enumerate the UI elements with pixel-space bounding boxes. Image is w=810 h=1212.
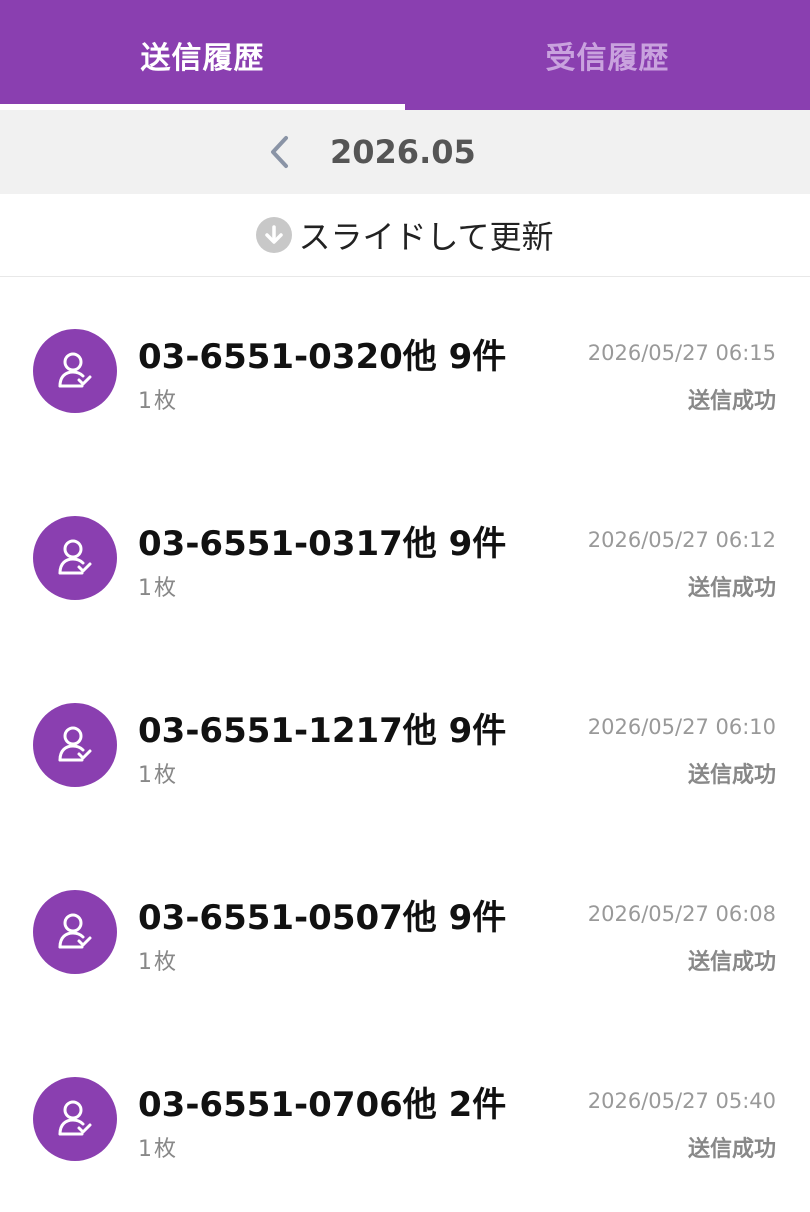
month-navigator: 2026.05 bbox=[0, 110, 810, 194]
recipient-summary: 03-6551-0706他 2件 bbox=[138, 1085, 507, 1125]
sent-datetime: 2026/05/27 06:08 bbox=[587, 902, 776, 926]
contact-avatar bbox=[33, 1077, 117, 1161]
list-item[interactable]: 03-6551-0706他 2件 1枚 2026/05/27 05:40 送信成… bbox=[0, 1025, 810, 1212]
previous-month-button[interactable] bbox=[258, 128, 302, 176]
sent-datetime: 2026/05/27 06:10 bbox=[587, 715, 776, 739]
page-count: 1枚 bbox=[138, 763, 178, 788]
contact-avatar bbox=[33, 703, 117, 787]
status-label: 送信成功 bbox=[687, 576, 776, 601]
refresh-hint-text: スライドして更新 bbox=[298, 218, 554, 256]
page-count: 1枚 bbox=[138, 1137, 178, 1162]
user-check-icon bbox=[58, 539, 92, 575]
tab-received-history[interactable]: 受信履歴 bbox=[405, 0, 810, 110]
recipient-summary: 03-6551-0320他 9件 bbox=[138, 337, 507, 377]
list-item[interactable]: 03-6551-0317他 9件 1枚 2026/05/27 06:12 送信成… bbox=[0, 464, 810, 651]
status-label: 送信成功 bbox=[687, 389, 776, 414]
current-month: 2026.05 bbox=[330, 133, 476, 171]
contact-avatar bbox=[33, 890, 117, 974]
list-item[interactable]: 03-6551-1217他 9件 1枚 2026/05/27 06:10 送信成… bbox=[0, 651, 810, 838]
arrow-down-circle-icon bbox=[256, 217, 293, 253]
sent-datetime: 2026/05/27 06:12 bbox=[587, 528, 776, 552]
status-label: 送信成功 bbox=[687, 1137, 776, 1162]
page-count: 1枚 bbox=[138, 576, 178, 601]
tab-bar: 送信履歴 受信履歴 bbox=[0, 0, 810, 110]
recipient-summary: 03-6551-0507他 9件 bbox=[138, 898, 507, 938]
user-check-icon bbox=[58, 913, 92, 949]
sent-datetime: 2026/05/27 05:40 bbox=[587, 1089, 776, 1113]
contact-avatar bbox=[33, 329, 117, 413]
status-label: 送信成功 bbox=[687, 950, 776, 975]
chevron-left-icon bbox=[271, 136, 288, 168]
list-item[interactable]: 03-6551-0507他 9件 1枚 2026/05/27 06:08 送信成… bbox=[0, 838, 810, 1025]
tab-sent-history[interactable]: 送信履歴 bbox=[0, 0, 405, 110]
list-item[interactable]: 03-6551-0320他 9件 1枚 2026/05/27 06:15 送信成… bbox=[0, 277, 810, 464]
sent-datetime: 2026/05/27 06:15 bbox=[587, 341, 776, 365]
user-check-icon bbox=[58, 1100, 92, 1136]
user-check-icon bbox=[58, 726, 92, 762]
page-count: 1枚 bbox=[138, 950, 178, 975]
recipient-summary: 03-6551-1217他 9件 bbox=[138, 711, 507, 751]
user-check-icon bbox=[58, 352, 92, 388]
contact-avatar bbox=[33, 516, 117, 600]
status-label: 送信成功 bbox=[687, 763, 776, 788]
page-count: 1枚 bbox=[138, 389, 178, 414]
recipient-summary: 03-6551-0317他 9件 bbox=[138, 524, 507, 564]
pull-to-refresh-hint: スライドして更新 bbox=[0, 194, 810, 277]
